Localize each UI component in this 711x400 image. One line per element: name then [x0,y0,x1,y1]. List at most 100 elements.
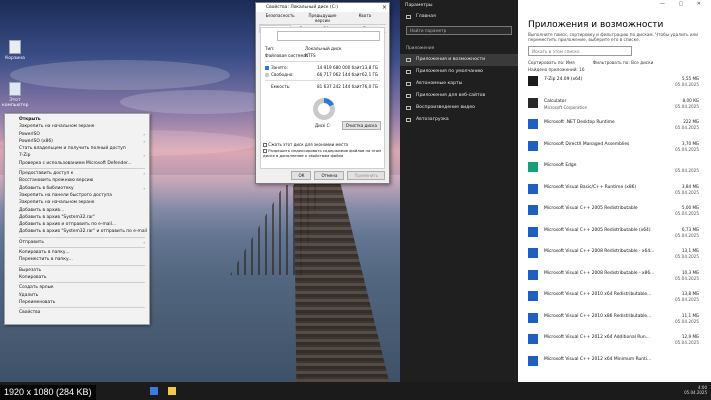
context-menu-item[interactable]: Добавить в архив и отправить по e-mail..… [5,221,149,228]
desktop-icon-recycle-bin[interactable]: Корзина [2,40,28,61]
context-menu-item[interactable]: Копировать в папку... [5,249,149,256]
free-gb: 62,1 ГБ [361,72,378,77]
context-menu-item[interactable]: Стать владельцем и получить полный досту… [5,145,149,152]
nav-item-label: Воспроизведение видео [416,105,475,110]
nav-item[interactable]: Приложения и возможности [400,54,518,66]
window-controls[interactable]: — ▢ ✕ [660,1,707,7]
app-list-item[interactable]: Microsoft Edge 05.04.2025 [528,158,701,180]
index-label: Разрешить индексировать содержимое файло… [263,148,382,158]
context-menu-item[interactable]: Закрепить на начальном экране [5,199,149,206]
used-row: Занято: 14 919 680 000 байт 13,8 ГБ [265,64,380,71]
type-label: Тип: [265,46,275,51]
app-list-item[interactable]: Microsoft Visual C++ 2005 Redistributabl… [528,201,701,223]
nav-item[interactable]: Приложения по умолчанию [400,66,518,78]
context-menu-item[interactable]: Переименовать [5,299,149,306]
menu-item-label: Закрепить на панели быстрого доступа [19,192,112,198]
filter-dropdown[interactable]: Фильтровать по: Все диски [593,60,654,65]
context-menu-item[interactable]: PowerISO (x86) › [5,138,149,145]
apps-list-icon [406,58,411,62]
chevron-right-icon: › [143,171,145,177]
dialog-title: Свойства: Локальный диск (C:) [266,5,338,10]
menu-item-label: Вырезать [19,267,42,273]
context-menu-item[interactable]: Добавить в архив "System32.rar" [5,214,149,221]
cancel-button[interactable]: Отмена [314,171,345,180]
app-list-item[interactable]: Microsoft Visual C++ 2008 Redistributabl… [528,244,701,266]
context-menu-item[interactable]: Закрепить на панели быстрого доступа [5,192,149,199]
context-menu-item[interactable]: Восстановить прежнюю версию [5,177,149,184]
tab-previous-versions[interactable]: Предыдущие версии [301,12,344,25]
menu-separator [19,236,145,238]
nav-item-label: Автозагрузка [416,117,449,122]
nav-home[interactable]: Главная [400,11,518,23]
compress-checkbox[interactable] [263,143,267,147]
default-apps-icon [406,70,411,74]
app-list-item[interactable]: Microsoft Visual C++ 2005 Redistributabl… [528,223,701,245]
context-menu-item[interactable]: Удалить [5,292,149,299]
ok-button[interactable]: ОК [291,171,312,180]
taskbar-clock[interactable]: 4:00 05.04.2025 [684,385,707,395]
context-menu-item[interactable]: Проверка с использованием Microsoft Defe… [5,160,149,167]
start-icon[interactable] [150,387,158,395]
app-list-item[interactable]: Microsoft .NET Desktop Runtime 222 МБ 05.0… [528,115,701,137]
nav-item[interactable]: Автозагрузка [400,114,518,126]
context-menu-item[interactable]: Предоставить доступ к › [5,170,149,177]
app-size: 10,3 МБ [681,269,699,275]
close-icon[interactable]: × [382,3,387,12]
menu-item-label: Предоставить доступ к [19,171,74,177]
menu-separator [19,282,145,284]
app-size: 12,9 МБ [681,334,699,339]
app-list-item[interactable]: 7-Zip 24.09 (x64) 5,55 МБ 05.04.2025 [528,72,701,94]
context-menu-item[interactable]: PowerISO › [5,131,149,138]
recycle-bin-icon [9,40,21,54]
app-name: Calculator [544,98,567,104]
context-menu-item[interactable]: 7-Zip › [5,152,149,159]
nav-item[interactable]: Воспроизведение видео [400,102,518,114]
nav-item[interactable]: Автономные карты [400,78,518,90]
context-menu-item[interactable]: Открыть [5,116,149,123]
context-menu-item[interactable]: Отправить › [5,239,149,246]
app-date: 05.04.2025 [675,340,699,345]
app-list-item[interactable]: Microsoft DirectX Managed Assemblies 3,70… [528,137,701,159]
context-menu-item[interactable]: Добавить в библиотеку › [5,185,149,192]
dialog-buttons: ОК Отмена Применить [291,171,385,180]
menu-item-label: Добавить в архив "System32.rar" и отправ… [19,229,147,235]
compress-label: Сжать этот диск для экономии места [268,142,348,147]
app-list-item[interactable]: Microsoft Visual C++ 2012 x64 Minimum Ru… [528,352,701,374]
context-menu-item[interactable]: Добавить в архив "System32.rar" и отправ… [5,228,149,235]
apps-search-input[interactable]: Искать в этом списке [528,46,632,56]
used-label: Занято: [271,65,288,70]
context-menu-item[interactable]: Создать ярлык [5,284,149,291]
menu-item-label: Стать владельцем и получить полный досту… [19,146,126,152]
disk-cleanup-button[interactable]: Очистка диска [341,121,381,130]
menu-separator [19,247,145,249]
context-menu-item[interactable]: Свойства [5,309,149,316]
settings-search-input[interactable]: Найти параметр [406,26,512,35]
apps-list: 7-Zip 24.09 (x64) 5,55 МБ 05.04.2025 Calcul… [528,72,701,373]
context-menu-item[interactable]: Копировать [5,274,149,281]
startup-icon [406,118,411,122]
context-menu-item[interactable]: Добавить в архив... [5,207,149,214]
nav-item[interactable]: Приложения для веб-сайтов [400,90,518,102]
app-list-item[interactable]: Microsoft Visual Basic/C++ Runtime (x86)… [528,180,701,202]
context-menu-item[interactable]: Вырезать [5,267,149,274]
apply-button[interactable]: Применить [347,171,385,180]
app-name: Microsoft Visual C++ 2010 x64 Redistribu… [544,292,652,297]
context-menu-item[interactable]: Переместить в папку... [5,256,149,263]
index-option[interactable]: Разрешить индексировать содержимое файло… [263,148,382,158]
file-explorer-icon[interactable] [168,387,176,395]
app-size: 6,73 МБ [681,226,699,232]
app-list-item[interactable]: Microsoft Visual C++ 2010 x64 Redistribu… [528,287,701,309]
compress-option[interactable]: Сжать этот диск для экономии места [263,142,382,147]
video-icon [406,106,411,110]
app-list-item[interactable]: Microsoft Visual C++ 2008 Redistributabl… [528,266,701,288]
tab-quota[interactable]: Квота [343,12,386,25]
context-menu-item[interactable]: Закрепить на начальном экране [5,123,149,130]
tab-security[interactable]: Безопасность [259,12,302,25]
free-bytes: 66 717 062 144 байт [317,72,362,77]
desktop-icon-this-pc[interactable]: Этот компьютер [2,82,29,108]
app-list-item[interactable]: Microsoft Visual C++ 2012 x64 Additional… [528,330,701,352]
app-list-item[interactable]: Microsoft Visual C++ 2010 x86 Redistribu… [528,309,701,331]
volume-label-input[interactable] [277,31,380,41]
sort-dropdown[interactable]: Сортировать по: Имя [528,60,575,65]
app-list-item[interactable]: Calculator Microsoft Corporation 8,00 КБ 05… [528,94,701,116]
